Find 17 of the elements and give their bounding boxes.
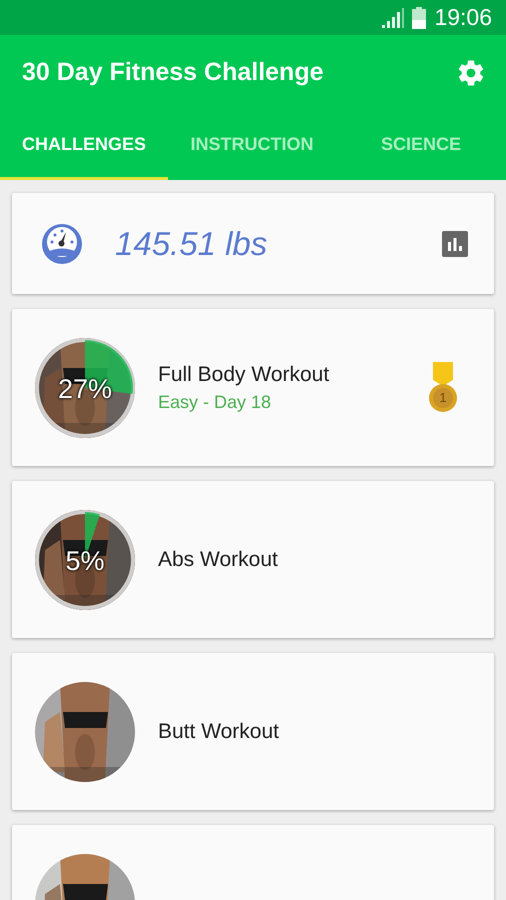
workout-card[interactable]: 5% Abs Workout <box>12 481 494 638</box>
clock-time: 19:06 <box>434 4 492 31</box>
medal-icon <box>428 362 458 414</box>
progress-percent: 5% <box>64 546 106 576</box>
workout-level: Easy - Day 18 <box>158 392 272 412</box>
settings-icon[interactable] <box>456 58 486 88</box>
medal-number: 1 <box>438 390 448 404</box>
workout-card[interactable]: Butt Workout <box>12 653 494 810</box>
bar-chart-icon[interactable] <box>442 230 468 256</box>
battery-icon <box>412 6 426 28</box>
workout-title: Full Body Workout <box>158 362 330 386</box>
gauge-icon <box>40 222 84 266</box>
workout-title: Butt Workout <box>158 720 280 744</box>
app-title: 30 Day Fitness Challenge <box>22 58 324 87</box>
signal-icon <box>382 8 404 28</box>
workout-title: Abs Workout <box>158 548 279 572</box>
weight-value: 145.51 lbs <box>115 224 268 262</box>
